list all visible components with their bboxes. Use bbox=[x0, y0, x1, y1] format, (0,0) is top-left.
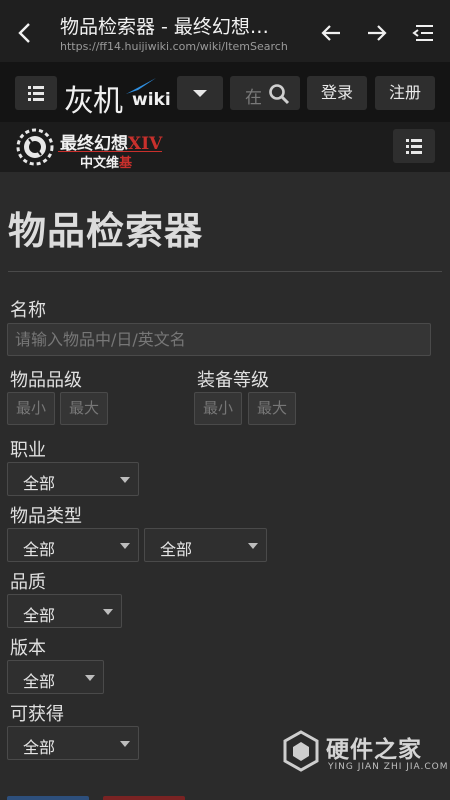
logo-text: 灰机 bbox=[64, 84, 123, 119]
wiki-subheader: 最终幻想XIV 中文维基 bbox=[0, 122, 450, 172]
logo-subtitle-text: 中文维 bbox=[80, 156, 120, 171]
item-level-min-input[interactable]: 最小 bbox=[7, 392, 55, 425]
version-select[interactable]: 全部 bbox=[7, 660, 104, 694]
item-level-label: 物品品级 bbox=[10, 370, 82, 391]
ffxiv-crest-icon[interactable] bbox=[15, 127, 55, 167]
quality-label: 品质 bbox=[10, 572, 46, 593]
version-label: 版本 bbox=[10, 638, 46, 659]
browser-page-title: 物品检索器 - 最终幻想… bbox=[60, 16, 269, 38]
nav-forward-icon[interactable] bbox=[362, 18, 392, 48]
job-label: 职业 bbox=[10, 440, 46, 461]
logo-subtitle: 中文维基 bbox=[80, 152, 132, 171]
back-arrow-icon[interactable] bbox=[10, 18, 40, 48]
caret-down-icon bbox=[120, 543, 130, 549]
caret-down-icon bbox=[120, 477, 130, 483]
reset-button[interactable] bbox=[103, 796, 185, 800]
huiji-wiki-logo[interactable]: 灰机 wiki bbox=[64, 76, 174, 119]
item-level-max-input[interactable]: 最大 bbox=[60, 392, 108, 425]
wiki-menu-button[interactable] bbox=[393, 129, 435, 163]
caret-down-icon bbox=[120, 741, 130, 747]
search-submit-button[interactable] bbox=[7, 796, 89, 800]
equip-level-min-input[interactable]: 最小 bbox=[194, 392, 242, 425]
watermark-text: 硬件之家 bbox=[326, 737, 422, 763]
item-type-select-primary[interactable]: 全部 bbox=[7, 528, 139, 562]
name-label: 名称 bbox=[10, 300, 46, 321]
equip-level-max-input[interactable]: 最大 bbox=[248, 392, 296, 425]
job-select[interactable]: 全部 bbox=[7, 462, 139, 496]
item-name-input[interactable]: 请输入物品中/日/英文名 bbox=[7, 323, 431, 356]
hexagon-logo-icon bbox=[283, 730, 319, 772]
obtainable-label: 可获得 bbox=[10, 704, 64, 725]
equip-level-label: 装备等级 bbox=[197, 370, 269, 391]
dropdown-button[interactable] bbox=[177, 76, 223, 110]
caret-down-icon bbox=[103, 609, 113, 615]
list-icon bbox=[406, 139, 422, 154]
watermark: 硬件之家 YING JIAN ZHI JIA.COM bbox=[282, 728, 448, 778]
watermark-subtext: YING JIAN ZHI JIA.COM bbox=[328, 762, 449, 772]
divider bbox=[8, 271, 442, 272]
quality-select[interactable]: 全部 bbox=[7, 594, 122, 628]
item-type-value-primary: 全部 bbox=[23, 540, 56, 559]
search-icon[interactable] bbox=[268, 83, 290, 105]
caret-down-icon bbox=[248, 543, 258, 549]
site-menu-button[interactable] bbox=[15, 76, 57, 110]
list-icon bbox=[28, 86, 44, 101]
menu-collapse-icon[interactable] bbox=[408, 18, 438, 48]
browser-url[interactable]: https://ff14.huijiwiki.com/wiki/ItemSear… bbox=[60, 40, 288, 53]
quality-select-value: 全部 bbox=[23, 606, 56, 625]
caret-down-icon bbox=[85, 675, 95, 681]
browser-toolbar: 物品检索器 - 最终幻想… https://ff14.huijiwiki.com… bbox=[0, 0, 450, 62]
item-type-label: 物品类型 bbox=[10, 506, 82, 527]
logo-subtitle-ji: 基 bbox=[119, 156, 133, 171]
item-type-value-secondary: 全部 bbox=[160, 540, 193, 559]
job-select-value: 全部 bbox=[23, 474, 56, 493]
search-input[interactable]: 在 bbox=[230, 76, 300, 110]
site-header: 灰机 wiki 在 登录 注册 bbox=[0, 62, 450, 122]
logo-wiki: wiki bbox=[132, 90, 171, 110]
nav-back-icon[interactable] bbox=[316, 18, 346, 48]
chevron-down-icon bbox=[193, 90, 207, 97]
search-placeholder: 在 bbox=[245, 88, 262, 108]
obtainable-select-value: 全部 bbox=[23, 738, 56, 757]
version-select-value: 全部 bbox=[23, 672, 56, 691]
page-title: 物品检索器 bbox=[8, 209, 204, 253]
item-type-select-secondary[interactable]: 全部 bbox=[144, 528, 267, 562]
login-button[interactable]: 登录 bbox=[307, 76, 367, 110]
obtainable-select[interactable]: 全部 bbox=[7, 726, 139, 760]
register-button[interactable]: 注册 bbox=[375, 76, 435, 110]
